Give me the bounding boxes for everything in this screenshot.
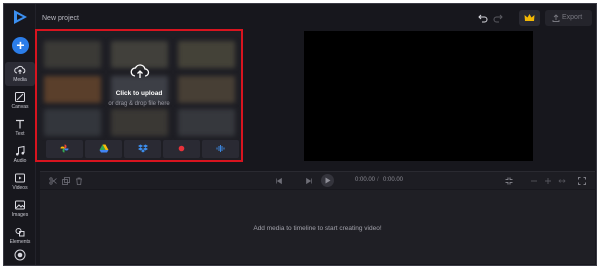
zoom-out-icon[interactable] xyxy=(530,177,538,185)
cloud-icon xyxy=(14,65,26,74)
cloud-upload-icon xyxy=(130,64,150,78)
google-photos-button[interactable] xyxy=(46,140,83,158)
sidebar-item-label: Media xyxy=(13,77,27,83)
export-button[interactable]: Export xyxy=(545,10,592,26)
upload-subtitle: or drag & drop file here xyxy=(108,101,170,107)
canvas-icon xyxy=(15,92,25,102)
undo-icon[interactable] xyxy=(478,13,488,23)
skip-back-icon[interactable] xyxy=(275,177,283,185)
sidebar-item-canvas[interactable]: Canvas xyxy=(5,89,35,113)
timeline-toolbar: 0:00.00 / 0:00.00 xyxy=(40,171,595,189)
sidebar-item-elements[interactable]: Elements xyxy=(5,224,35,248)
play-icon xyxy=(325,177,331,184)
music-icon xyxy=(16,145,25,156)
video-icon xyxy=(15,173,25,183)
google-drive-button[interactable] xyxy=(85,140,122,158)
record-button[interactable] xyxy=(163,140,200,158)
total-time: 0:00.00 xyxy=(383,177,404,183)
fit-icon[interactable] xyxy=(505,177,513,185)
fullscreen-icon[interactable] xyxy=(578,177,586,185)
delete-icon[interactable] xyxy=(75,177,83,185)
upload-sources xyxy=(46,140,239,158)
split-icon[interactable] xyxy=(49,177,57,185)
sidebar-item-label: Text xyxy=(15,131,25,137)
redo-icon[interactable] xyxy=(493,13,503,23)
image-icon xyxy=(15,200,25,210)
audio-wave-icon xyxy=(216,145,225,152)
time-separator: / xyxy=(377,177,379,183)
video-preview[interactable] xyxy=(304,31,533,161)
zoom-in-icon[interactable] xyxy=(544,177,552,185)
sidebar-item-label: Elements xyxy=(9,239,31,245)
text-icon xyxy=(16,119,24,129)
add-button[interactable]: + xyxy=(12,37,29,54)
shapes-icon xyxy=(15,228,25,237)
export-icon xyxy=(552,14,560,22)
sidebar-item-videos[interactable]: Videos xyxy=(5,170,35,194)
sidebar-item-text[interactable]: Text xyxy=(5,116,35,140)
dropbox-icon xyxy=(138,144,148,153)
google-photos-icon xyxy=(60,144,69,153)
sidebar-item-media[interactable]: Media xyxy=(5,62,35,86)
sidebar-item-label: Canvas xyxy=(11,104,29,110)
audio-record-button[interactable] xyxy=(202,140,239,158)
current-time: 0:00.00 xyxy=(355,177,376,183)
record-icon[interactable] xyxy=(14,249,26,261)
plus-icon: + xyxy=(16,37,25,53)
project-title[interactable]: New project xyxy=(42,15,79,22)
sidebar-item-label: Audio xyxy=(13,158,27,164)
logo-icon[interactable] xyxy=(12,9,28,25)
record-icon xyxy=(178,145,185,152)
expand-timeline-icon[interactable] xyxy=(558,177,566,185)
sidebar-item-label: Videos xyxy=(12,185,28,191)
media-upload-panel: Click to upload or drag & drop file here xyxy=(35,29,243,162)
duplicate-icon[interactable] xyxy=(62,177,70,185)
export-label: Export xyxy=(562,14,583,21)
google-drive-icon xyxy=(99,144,109,153)
skip-forward-icon[interactable] xyxy=(305,177,313,185)
upgrade-button[interactable] xyxy=(519,10,540,26)
play-button[interactable] xyxy=(321,174,334,187)
app-window: + Media Canvas Text Audio Videos Images xyxy=(3,3,597,266)
dropbox-button[interactable] xyxy=(124,140,161,158)
sidebar-item-label: Images xyxy=(11,212,29,218)
timeline-empty-message: Add media to timeline to start creating … xyxy=(253,225,382,232)
sidebar-item-audio[interactable]: Audio xyxy=(5,143,35,167)
timeline-track-area[interactable]: Add media to timeline to start creating … xyxy=(40,190,595,264)
upload-dropzone[interactable]: Click to upload or drag & drop file here xyxy=(37,31,241,139)
sidebar-item-images[interactable]: Images xyxy=(5,197,35,221)
upload-title: Click to upload xyxy=(115,90,163,97)
sidebar: + Media Canvas Text Audio Videos Images xyxy=(4,4,36,265)
crown-icon xyxy=(524,14,535,21)
